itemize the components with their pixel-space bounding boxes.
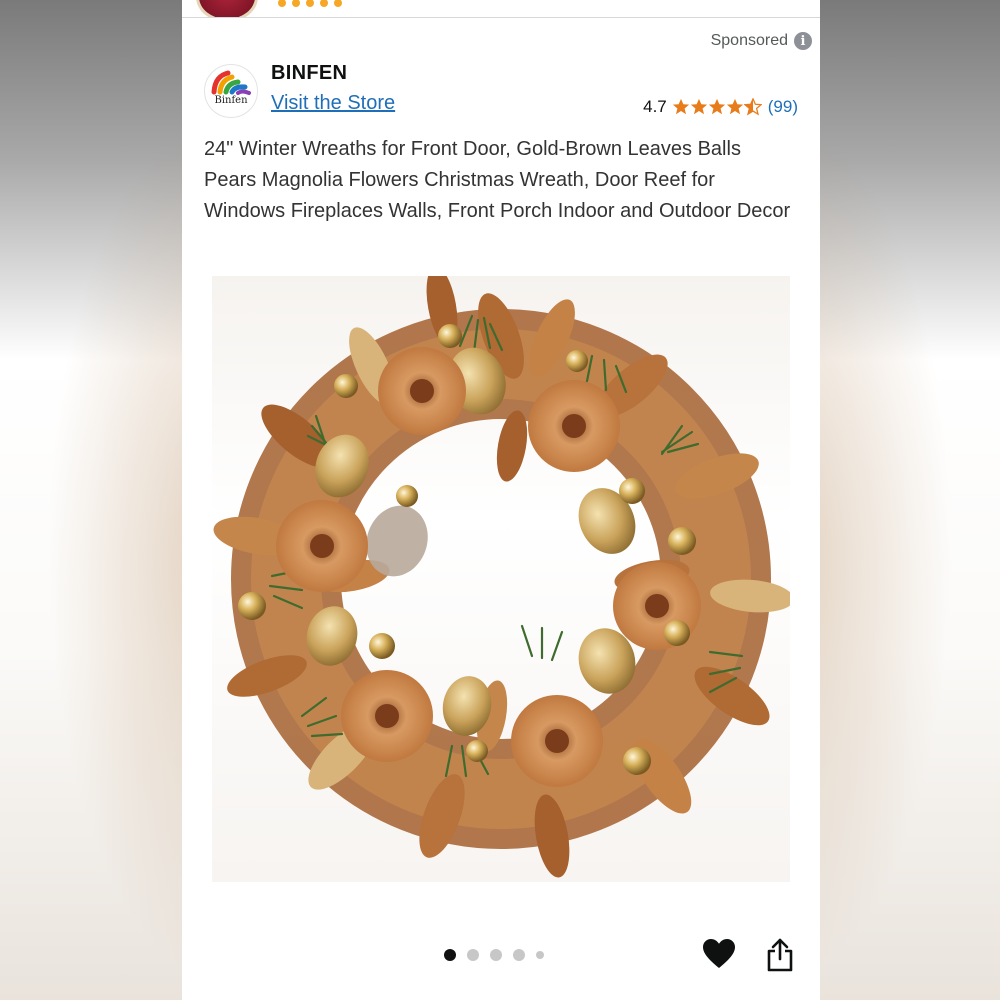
previous-listing-strip[interactable]	[182, 0, 820, 18]
star-half-icon	[743, 98, 762, 116]
visit-store-link[interactable]: Visit the Store	[271, 92, 395, 115]
pagination-dot-4[interactable]	[513, 949, 525, 961]
rating-summary[interactable]: 4.7 (99)	[643, 97, 798, 117]
previous-listing-rating-stars	[278, 0, 618, 7]
rainbow-logo-icon	[211, 70, 251, 95]
pagination-dot-5[interactable]	[536, 951, 544, 959]
image-pagination-dots[interactable]	[444, 949, 544, 961]
rating-value: 4.7	[643, 97, 667, 116]
rating-count-link[interactable]: (99)	[768, 97, 798, 117]
previous-listing-thumbnail[interactable]	[196, 0, 258, 17]
share-icon	[767, 938, 793, 972]
brand-name: BINFEN	[271, 62, 348, 84]
sponsored-label[interactable]: Sponsored i	[711, 32, 812, 50]
background-right	[818, 0, 1000, 1000]
sponsored-text: Sponsored	[710, 32, 788, 49]
sponsored-product-card: Sponsored i Binfen BINFEN Visit the Stor…	[182, 0, 820, 1000]
product-title[interactable]: 24" Winter Wreaths for Front Door, Gold-…	[204, 134, 798, 227]
heart-icon	[703, 939, 735, 968]
brand-logo[interactable]: Binfen	[204, 64, 258, 118]
info-icon[interactable]: i	[794, 32, 812, 50]
pagination-dot-1[interactable]	[444, 949, 456, 961]
favorite-button[interactable]	[702, 938, 736, 970]
star-full-icon	[672, 98, 689, 115]
wreath-picture	[213, 266, 794, 878]
pagination-dot-2[interactable]	[467, 949, 479, 961]
star-full-icon	[708, 98, 725, 115]
product-image[interactable]	[212, 266, 794, 882]
star-full-icon	[690, 98, 707, 115]
background-left	[0, 0, 182, 1000]
pagination-dot-3[interactable]	[490, 949, 502, 961]
share-button[interactable]	[765, 938, 795, 972]
star-rating	[672, 98, 762, 116]
logo-text: Binfen	[214, 95, 248, 106]
star-full-icon	[726, 98, 743, 115]
